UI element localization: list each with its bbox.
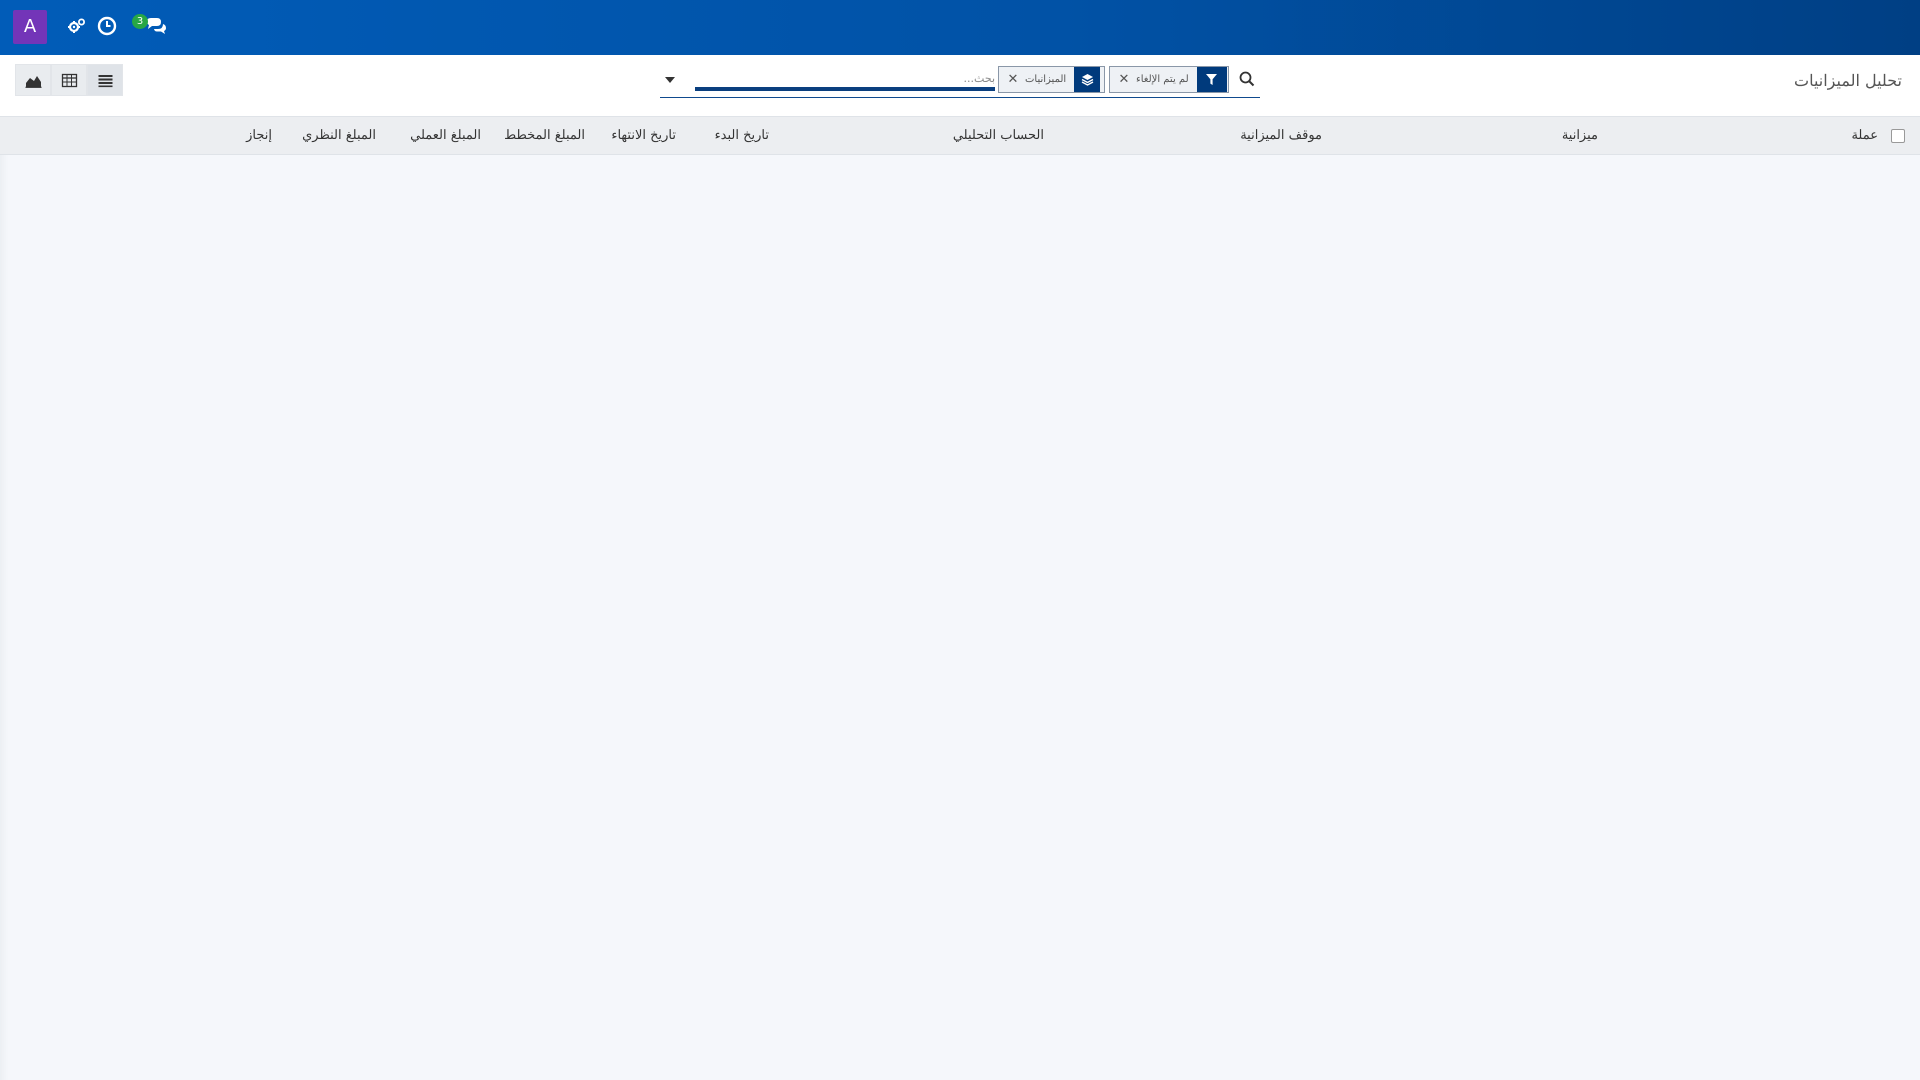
view-switcher bbox=[15, 64, 123, 96]
column-header-planned-amount[interactable]: المبلغ المخطط bbox=[504, 128, 585, 143]
clock-icon[interactable] bbox=[96, 15, 118, 37]
list-view-button[interactable] bbox=[87, 64, 123, 96]
column-header-currency[interactable]: عملة bbox=[1851, 128, 1878, 143]
groupby-facet-budgets: ✕ الميزانيات bbox=[998, 66, 1105, 93]
cogs-icon[interactable] bbox=[66, 15, 88, 37]
filter-facet-not-cancelled: ✕ لم يتم الإلغاء bbox=[1109, 66, 1229, 93]
control-panel: ✕ الميزانيات ✕ لم يتم الإلغاء ت bbox=[0, 55, 1920, 117]
messages-count-badge: 3 bbox=[132, 14, 148, 29]
table-icon bbox=[61, 73, 77, 87]
column-header-practical-amount[interactable]: المبلغ العملي bbox=[410, 128, 481, 143]
user-avatar[interactable]: A bbox=[13, 10, 47, 44]
pivot-view-button[interactable] bbox=[51, 64, 87, 96]
remove-facet-budgets[interactable]: ✕ bbox=[1005, 72, 1021, 87]
filter-icon bbox=[1196, 67, 1227, 92]
select-all-checkbox[interactable] bbox=[1891, 129, 1905, 143]
graph-view-button[interactable] bbox=[15, 64, 51, 96]
column-header-achievement[interactable]: إنجاز bbox=[246, 128, 272, 143]
search-bar: ✕ الميزانيات ✕ لم يتم الإلغاء bbox=[660, 64, 1260, 98]
area-chart-icon bbox=[25, 75, 41, 88]
column-header-theoretical-amount[interactable]: المبلغ النظري bbox=[302, 128, 376, 143]
column-header-end-date[interactable]: تاريخ الانتهاء bbox=[611, 128, 676, 143]
search-icon[interactable] bbox=[1238, 70, 1256, 88]
column-header-start-date[interactable]: تاريخ البدء bbox=[715, 128, 769, 143]
list-table-header: عملة ميزانية موقف الميزانية الحساب التحل… bbox=[0, 117, 1920, 155]
search-options-toggle[interactable] bbox=[664, 76, 676, 84]
column-header-budget[interactable]: ميزانية bbox=[1562, 128, 1598, 143]
facet-label: الميزانيات bbox=[1025, 74, 1067, 85]
search-underline bbox=[660, 97, 1260, 98]
column-header-budget-status[interactable]: موقف الميزانية bbox=[1240, 128, 1322, 143]
search-input[interactable] bbox=[695, 69, 995, 91]
caret-down-icon bbox=[665, 77, 675, 83]
facet-label: لم يتم الإلغاء bbox=[1136, 74, 1189, 85]
remove-facet-not-cancelled[interactable]: ✕ bbox=[1116, 72, 1132, 87]
list-icon bbox=[98, 74, 112, 87]
page-title: تحليل الميزانيات bbox=[1794, 71, 1902, 90]
column-header-analytic-account[interactable]: الحساب التحليلي bbox=[953, 128, 1044, 143]
content-area-edge bbox=[0, 155, 8, 1080]
top-navbar: A 3 bbox=[0, 0, 1920, 55]
layers-icon bbox=[1074, 67, 1101, 92]
